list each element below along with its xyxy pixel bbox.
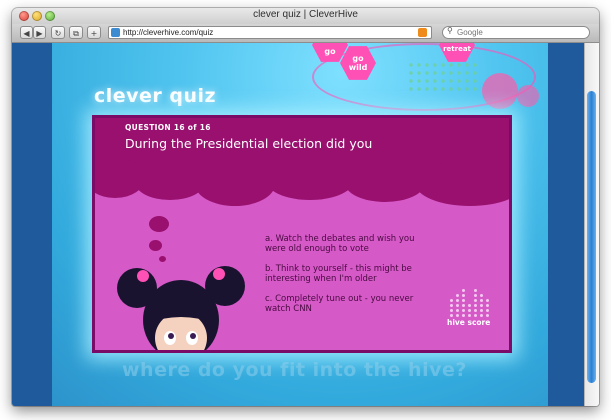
hive-score-dot (462, 304, 465, 307)
right-sidebar-band (548, 43, 584, 406)
search-box[interactable]: ⚲ (442, 26, 590, 39)
hive-score-dot (486, 299, 489, 302)
reload-button[interactable]: ↻ (51, 26, 65, 39)
forward-arrow-icon: ▶ (36, 29, 43, 38)
hive-score-dot (462, 314, 465, 317)
hive-score-dot (486, 309, 489, 312)
window-title: clever quiz | CleverHive (253, 9, 358, 20)
rss-icon[interactable] (418, 28, 427, 37)
quiz-brand-title: clever quiz (94, 85, 217, 107)
decorative-dots (407, 61, 477, 91)
question-text: During the Presidential election did you (125, 136, 373, 151)
left-sidebar-band (12, 43, 52, 406)
address-bar[interactable]: http://cleverhive.com/quiz (108, 26, 432, 39)
hive-score-dot (468, 314, 471, 317)
hive-score-dot (450, 304, 453, 307)
hive-score-dot (450, 314, 453, 317)
hive-score-dot (450, 299, 453, 302)
cloud-scallop (345, 164, 425, 202)
hive-score-dot (468, 304, 471, 307)
hive-score-dot (462, 299, 465, 302)
site-favicon-icon (111, 28, 120, 37)
browser-window: clever quiz | CleverHive ◀ ▶ ↻ ⧉ + http:… (12, 8, 599, 406)
hive-score-dot (480, 299, 483, 302)
question-counter: QUESTION 16 of 16 (125, 123, 211, 132)
page-tagline: where do you fit into the hive? (122, 359, 467, 381)
browser-toolbar: ◀ ▶ ↻ ⧉ + http://cleverhive.com/quiz ⚲ (12, 24, 599, 43)
answer-option-b[interactable]: b. Think to yourself - this might be int… (265, 264, 475, 284)
title-bar: clever quiz | CleverHive (12, 8, 599, 24)
cloud-scallop (265, 158, 355, 200)
thought-bubble (149, 240, 162, 251)
hive-score-dot (450, 309, 453, 312)
thought-bubble (149, 216, 169, 232)
hive-score-dot (474, 309, 477, 312)
back-arrow-icon: ◀ (23, 29, 30, 38)
search-input[interactable] (457, 27, 585, 38)
hive-score-dot (462, 309, 465, 312)
hive-score-dot (474, 294, 477, 297)
hive-score-dot (486, 304, 489, 307)
hive-score-dot (474, 304, 477, 307)
hive-score-dot (462, 294, 465, 297)
hive-score-dot (474, 314, 477, 317)
answer-option-c[interactable]: c. Completely tune out - you never watch… (265, 294, 475, 314)
hive-score-dot (456, 299, 459, 302)
cloud-scallop (415, 160, 509, 206)
hive-score-dot (480, 294, 483, 297)
hive-score-dot (474, 289, 477, 292)
hive-score-dot (480, 304, 483, 307)
vertical-scrollbar[interactable] (584, 43, 599, 406)
plus-icon: + (90, 29, 98, 38)
scrollbar-thumb[interactable] (587, 91, 596, 383)
back-button[interactable]: ◀ (20, 26, 33, 39)
hive-score-dot (456, 294, 459, 297)
bookmarks-button[interactable]: ⧉ (69, 26, 83, 39)
answer-option-a[interactable]: a. Watch the debates and wish you were o… (265, 234, 475, 254)
add-bookmark-button[interactable]: + (87, 26, 101, 39)
hive-score-dot (486, 314, 489, 317)
hive-score-dot (462, 289, 465, 292)
bookmarks-icon: ⧉ (73, 29, 79, 38)
quiz-card: QUESTION 16 of 16 During the Presidentia… (92, 115, 512, 353)
hive-score-dot (468, 309, 471, 312)
search-icon: ⚲ (447, 26, 453, 35)
decorative-bubble (517, 85, 539, 107)
girl-illustration (117, 266, 245, 350)
page-content: go go wild retreat clever quiz QUESTION … (12, 43, 584, 406)
decorative-bubble (482, 73, 518, 109)
reload-icon: ↻ (54, 29, 62, 38)
hive-score-dot (456, 304, 459, 307)
hive-score-dot (480, 309, 483, 312)
forward-button[interactable]: ▶ (33, 26, 46, 39)
hive-score-label: hive score (447, 318, 491, 327)
cloud-scallop (195, 162, 275, 206)
hive-score-dot (480, 314, 483, 317)
hive-score-dot (456, 314, 459, 317)
hive-score-dot (456, 309, 459, 312)
hive-score-dot (474, 299, 477, 302)
address-url[interactable]: http://cleverhive.com/quiz (123, 27, 213, 38)
